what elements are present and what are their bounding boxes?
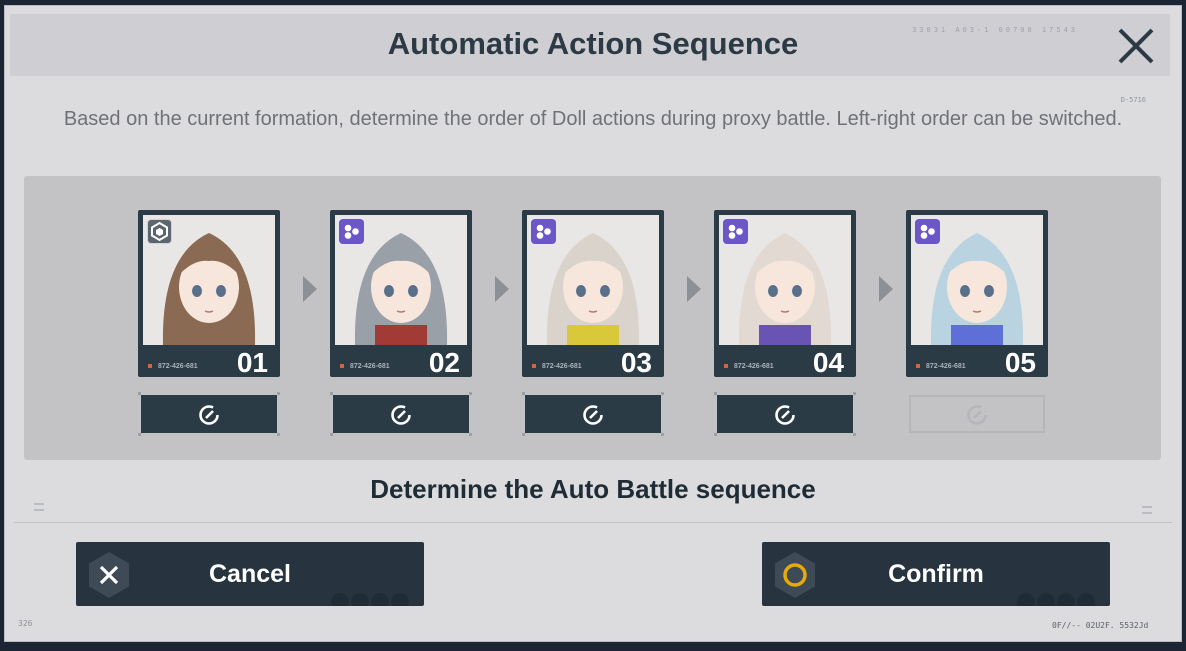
button-corner [853,392,856,395]
doll-code: 872-426-681 [148,363,198,370]
bottom-left-code: 326 [18,619,33,628]
doll-code: 872-426-681 [724,363,774,370]
action-skill-button[interactable] [522,392,664,436]
doll-number: 03 [620,347,652,377]
doll-number: 02 [428,347,460,377]
doll-card[interactable]: 872-426-681 03 [522,210,664,377]
button-corner [469,433,472,436]
action-skill-button[interactable] [330,392,472,436]
arts-class-icon [915,219,940,244]
doll-code: 872-426-681 [916,363,966,370]
close-button[interactable] [1114,24,1158,68]
sequence-arrow-icon [303,276,317,302]
defense-class-icon [147,219,172,244]
button-deco [1017,593,1095,606]
skill-gauge-icon [773,403,797,432]
button-corner [138,433,141,436]
doll-card[interactable]: 872-426-681 04 [714,210,856,377]
description: Based on the current formation, determin… [63,108,1123,130]
doll-card[interactable]: 872-426-681 01 [138,210,280,377]
button-corner [661,392,664,395]
action-skill-button[interactable] [906,392,1048,436]
button-corner [853,433,856,436]
button-corner [714,433,717,436]
doll-card[interactable]: 872-426-681 02 [330,210,472,377]
confirm-label: Confirm [888,560,984,588]
bottom-right-code: 0F//-- 02U2F. 5532Jd [1052,621,1149,630]
arts-class-icon [723,219,748,244]
footer-label: Determine the Auto Battle sequence [370,474,816,504]
sequence-arrow-icon [687,276,701,302]
skill-gauge-icon [965,403,989,432]
button-corner [277,392,280,395]
doll-number: 05 [1004,347,1036,377]
side-mark [34,503,44,505]
button-corner [138,392,141,395]
ref-code: D-5716 [1120,96,1146,104]
sequence-arrow-icon [879,276,893,302]
doll-number: 04 [812,347,844,377]
button-corner [277,433,280,436]
skill-gauge-icon [197,403,221,432]
cancel-label: Cancel [209,560,291,588]
button-deco [331,593,409,606]
confirm-button[interactable]: Confirm [762,542,1110,606]
doll-code: 872-426-681 [340,363,390,370]
close-icon [1118,28,1154,64]
button-corner [330,392,333,395]
doll-code: 872-426-681 [532,363,582,370]
skill-gauge-icon [389,403,413,432]
arts-class-icon [531,219,556,244]
button-corner [661,433,664,436]
skill-gauge-icon [581,403,605,432]
action-skill-button[interactable] [714,392,856,436]
button-corner [522,433,525,436]
button-corner [714,392,717,395]
doll-number: 01 [236,347,268,377]
arts-class-icon [339,219,364,244]
sequence-arrow-icon [495,276,509,302]
cancel-button[interactable]: Cancel [76,542,424,606]
serial-text: 33031 A03-1 00700 17543 [912,26,1078,34]
button-corner [469,392,472,395]
side-mark [34,509,44,511]
side-mark [1142,512,1152,514]
divider [14,522,1172,523]
side-mark [1142,506,1152,508]
action-skill-button[interactable] [138,392,280,436]
button-corner [522,392,525,395]
doll-card[interactable]: 872-426-681 05 [906,210,1048,377]
button-corner [330,433,333,436]
